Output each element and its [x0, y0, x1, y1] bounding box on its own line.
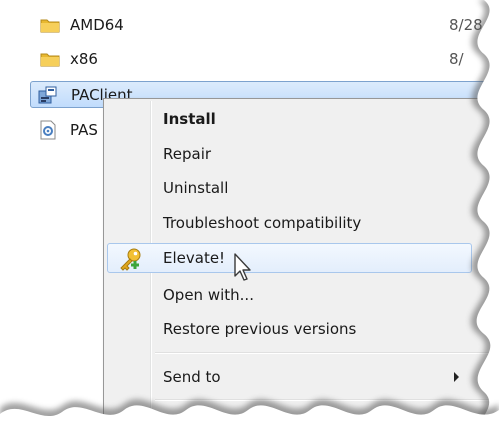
file-name: AMD64: [70, 16, 124, 34]
menu-item-label: Install: [163, 110, 216, 128]
installer-package-icon: [38, 86, 57, 104]
file-date: 8/28,: [449, 16, 488, 34]
menu-item-troubleshoot-compatibility[interactable]: Troubleshoot compatibility: [107, 208, 472, 238]
context-menu: Install Repair Uninstall Troubleshoot co…: [103, 98, 499, 448]
config-file-icon: [40, 120, 56, 140]
menu-item-label: Send to: [163, 368, 221, 386]
menu-item-send-to[interactable]: Send to: [107, 362, 472, 392]
menu-item-label: Open with...: [163, 286, 254, 304]
folder-icon: [40, 19, 60, 33]
menu-item-restore-previous-versions[interactable]: Restore previous versions: [107, 314, 472, 344]
menu-item-label: Troubleshoot compatibility: [163, 214, 362, 232]
file-name: x86: [70, 50, 98, 68]
elevate-key-icon: [120, 248, 141, 271]
menu-item-label: Restore previous versions: [163, 320, 357, 338]
menu-item-repair[interactable]: Repair: [107, 139, 472, 169]
menu-item-cut[interactable]: t: [107, 408, 472, 438]
menu-item-uninstall[interactable]: Uninstall: [107, 173, 472, 203]
menu-item-label: Uninstall: [163, 179, 229, 197]
file-date: 8/: [449, 50, 464, 68]
menu-separator: [155, 399, 499, 401]
menu-item-elevate[interactable]: Elevate!: [107, 243, 472, 273]
menu-item-label: Repair: [163, 145, 212, 163]
file-row-amd64[interactable]: AMD64 8/28,: [28, 11, 498, 39]
menu-item-install[interactable]: Install: [107, 104, 472, 134]
screenshot-stage: AMD64 8/28, x86 8/ PAClient PAS Install …: [0, 0, 499, 448]
mouse-pointer-icon: [234, 253, 251, 281]
file-row-x86[interactable]: x86 8/: [28, 45, 498, 73]
menu-item-label: t: [163, 414, 169, 432]
submenu-arrow-icon: [454, 372, 459, 382]
menu-item-label: Elevate!: [163, 249, 226, 267]
menu-separator: [155, 352, 499, 354]
file-name: PAS: [70, 121, 98, 139]
menu-item-open-with[interactable]: Open with...: [107, 280, 472, 310]
folder-icon: [40, 53, 60, 67]
